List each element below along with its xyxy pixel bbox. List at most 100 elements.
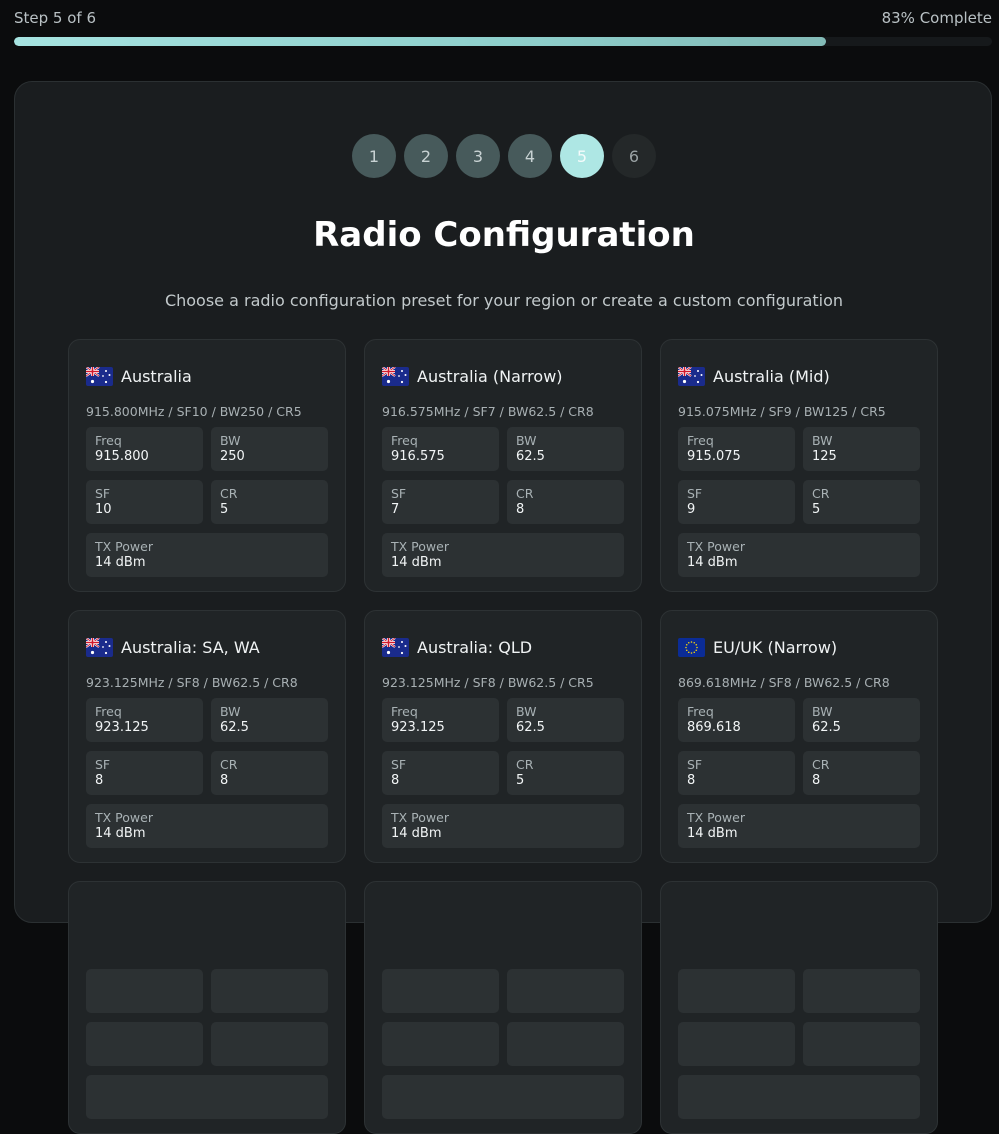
preset-name: EU/UK (Narrow) xyxy=(713,637,838,657)
preset-fields: Freq 869.618 BW 62.5 SF 8 CR 8 TX Power 14 dBm xyxy=(678,698,920,848)
step-2-button[interactable]: 2 xyxy=(404,134,448,178)
field-value: 915.800 xyxy=(95,449,149,464)
preset-field-freq: Freq 923.125 xyxy=(86,698,203,742)
preset-field-bw xyxy=(803,969,920,1013)
preset-field-sf: SF 7 xyxy=(382,480,499,524)
field-label: BW xyxy=(220,704,241,719)
preset-field-sf xyxy=(678,1022,795,1066)
preset-field-tx: TX Power 14 dBm xyxy=(86,804,328,848)
preset-field-freq xyxy=(86,969,203,1013)
preset-card[interactable] xyxy=(660,881,938,1134)
field-label: TX Power xyxy=(95,539,153,554)
preset-field-sf xyxy=(382,1022,499,1066)
step-navigator: 123456 xyxy=(15,134,993,178)
field-value: 62.5 xyxy=(812,720,841,735)
preset-card[interactable]: Australia (Narrow) 916.575MHz / SF7 / BW6… xyxy=(364,339,642,592)
field-value: 923.125 xyxy=(95,720,149,735)
preset-field-freq: Freq 915.800 xyxy=(86,427,203,471)
preset-field-bw: BW 125 xyxy=(803,427,920,471)
preset-field-tx xyxy=(382,1075,624,1119)
field-label: SF xyxy=(95,757,111,772)
field-label: CR xyxy=(220,486,238,501)
preset-header: EU/UK (Narrow) xyxy=(678,627,920,667)
field-label: TX Power xyxy=(687,810,745,825)
field-label: BW xyxy=(516,433,537,448)
preset-field-sf: SF 9 xyxy=(678,480,795,524)
preset-field-cr: CR 5 xyxy=(211,480,328,524)
preset-grid: Australia 915.800MHz / SF10 / BW250 / CR5… xyxy=(68,339,938,1134)
preset-header: Australia (Narrow) xyxy=(382,356,624,396)
preset-summary: 923.125MHz / SF8 / BW62.5 / CR8 xyxy=(86,675,298,690)
step-5-button[interactable]: 5 xyxy=(560,134,604,178)
preset-header: Australia: QLD xyxy=(382,627,624,667)
preset-header xyxy=(382,898,624,938)
field-label: Freq xyxy=(687,433,714,448)
field-value: 62.5 xyxy=(220,720,249,735)
preset-field-cr: CR 8 xyxy=(803,751,920,795)
step-4-button[interactable]: 4 xyxy=(508,134,552,178)
preset-field-freq: Freq 923.125 xyxy=(382,698,499,742)
preset-field-freq: Freq 869.618 xyxy=(678,698,795,742)
progress-bar-fill xyxy=(14,37,826,46)
field-label: CR xyxy=(812,757,830,772)
preset-field-cr: CR 8 xyxy=(211,751,328,795)
field-label: SF xyxy=(391,486,407,501)
field-label: TX Power xyxy=(391,810,449,825)
preset-summary xyxy=(678,946,920,966)
preset-card[interactable]: Australia 915.800MHz / SF10 / BW250 / CR5… xyxy=(68,339,346,592)
field-value: 9 xyxy=(687,502,696,517)
preset-card[interactable]: Australia (Mid) 915.075MHz / SF9 / BW125 … xyxy=(660,339,938,592)
field-value: 10 xyxy=(95,502,112,517)
preset-header: Australia xyxy=(86,356,328,396)
preset-field-bw: BW 62.5 xyxy=(211,698,328,742)
field-value: 8 xyxy=(812,773,821,788)
field-label: Freq xyxy=(95,704,122,719)
eu-flag-icon xyxy=(678,637,705,657)
preset-card[interactable]: Australia: SA, WA 923.125MHz / SF8 / BW62… xyxy=(68,610,346,863)
preset-header: Australia (Mid) xyxy=(678,356,920,396)
step-6-button[interactable]: 6 xyxy=(612,134,656,178)
preset-field-sf xyxy=(86,1022,203,1066)
preset-field-tx xyxy=(678,1075,920,1119)
field-label: CR xyxy=(516,486,534,501)
completion-percentage: 83% Complete xyxy=(881,9,992,27)
field-value: 8 xyxy=(220,773,229,788)
step-1-button[interactable]: 1 xyxy=(352,134,396,178)
preset-fields xyxy=(86,969,328,1119)
au-flag-icon xyxy=(86,366,113,386)
progress-header: Step 5 of 6 83% Complete xyxy=(14,0,992,60)
field-label: BW xyxy=(516,704,537,719)
preset-card[interactable]: EU/UK (Narrow) 869.618MHz / SF8 / BW62.5 … xyxy=(660,610,938,863)
preset-field-tx: TX Power 14 dBm xyxy=(86,533,328,577)
preset-card[interactable] xyxy=(364,881,642,1134)
preset-field-sf: SF 8 xyxy=(382,751,499,795)
preset-card[interactable]: Australia: QLD 923.125MHz / SF8 / BW62.5 … xyxy=(364,610,642,863)
field-label: TX Power xyxy=(687,539,745,554)
preset-field-cr xyxy=(803,1022,920,1066)
preset-field-bw xyxy=(507,969,624,1013)
field-value: 8 xyxy=(95,773,104,788)
preset-summary: 923.125MHz / SF8 / BW62.5 / CR5 xyxy=(382,675,594,690)
field-value: 923.125 xyxy=(391,720,445,735)
preset-fields: Freq 916.575 BW 62.5 SF 7 CR 8 TX Power 14 dBm xyxy=(382,427,624,577)
preset-field-bw: BW 62.5 xyxy=(507,427,624,471)
step-3-button[interactable]: 3 xyxy=(456,134,500,178)
field-value: 5 xyxy=(516,773,525,788)
preset-summary: 915.800MHz / SF10 / BW250 / CR5 xyxy=(86,404,302,419)
field-label: Freq xyxy=(391,704,418,719)
field-value: 14 dBm xyxy=(391,826,442,841)
preset-name: Australia (Mid) xyxy=(713,366,830,386)
au-flag-icon xyxy=(382,637,409,657)
preset-card[interactable] xyxy=(68,881,346,1134)
field-value: 5 xyxy=(220,502,229,517)
field-label: BW xyxy=(812,433,833,448)
field-value: 250 xyxy=(220,449,245,464)
field-value: 125 xyxy=(812,449,837,464)
preset-summary: 869.618MHz / SF8 / BW62.5 / CR8 xyxy=(678,675,890,690)
field-label: Freq xyxy=(95,433,122,448)
preset-name: Australia: SA, WA xyxy=(121,637,260,657)
field-value: 869.618 xyxy=(687,720,741,735)
preset-summary: 915.075MHz / SF9 / BW125 / CR5 xyxy=(678,404,886,419)
preset-name: Australia: QLD xyxy=(417,637,533,657)
field-value: 14 dBm xyxy=(687,555,738,570)
